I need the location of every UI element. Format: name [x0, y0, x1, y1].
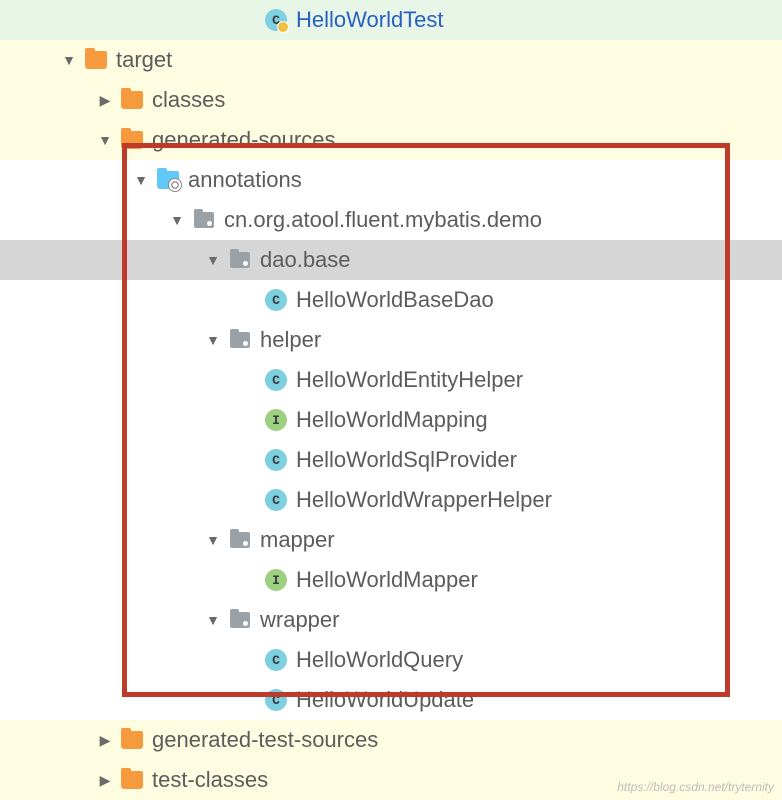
tree-row[interactable]: ▼ annotations: [0, 160, 782, 200]
tree-item-label: annotations: [188, 167, 302, 193]
expand-arrow-icon[interactable]: ▶: [96, 732, 114, 749]
folder-icon: [84, 48, 108, 72]
tree-item-label: HelloWorldSqlProvider: [296, 447, 517, 473]
collapse-arrow-icon[interactable]: ▼: [204, 532, 222, 548]
tree-item-label: HelloWorldTest: [296, 7, 444, 33]
class-icon: C: [264, 688, 288, 712]
tree-row[interactable]: ▼ helper: [0, 320, 782, 360]
tree-row[interactable]: ▼ wrapper: [0, 600, 782, 640]
tree-row[interactable]: ▼CHelloWorldTest: [0, 0, 782, 40]
folder-icon: [120, 128, 144, 152]
tree-item-label: HelloWorldEntityHelper: [296, 367, 523, 393]
tree-row[interactable]: ▼CHelloWorldWrapperHelper: [0, 480, 782, 520]
expand-arrow-icon[interactable]: ▶: [96, 772, 114, 789]
tree-item-label: HelloWorldQuery: [296, 647, 463, 673]
tree-item-label: cn.org.atool.fluent.mybatis.demo: [224, 207, 542, 233]
tree-row[interactable]: ▼CHelloWorldBaseDao: [0, 280, 782, 320]
collapse-arrow-icon[interactable]: ▼: [204, 612, 222, 628]
class-icon: C: [264, 288, 288, 312]
tree-row[interactable]: ▶ classes: [0, 80, 782, 120]
class-icon: C: [264, 368, 288, 392]
class-icon: C: [264, 448, 288, 472]
package-icon: [228, 528, 252, 552]
interface-icon: I: [264, 408, 288, 432]
tree-item-label: generated-test-sources: [152, 727, 378, 753]
tree-item-label: target: [116, 47, 172, 73]
collapse-arrow-icon[interactable]: ▼: [96, 132, 114, 148]
generated-folder-icon: [156, 168, 180, 192]
package-icon: [228, 328, 252, 352]
collapse-arrow-icon[interactable]: ▼: [60, 52, 78, 68]
tree-item-label: HelloWorldWrapperHelper: [296, 487, 552, 513]
folder-icon: [120, 88, 144, 112]
tree-item-label: HelloWorldUpdate: [296, 687, 474, 713]
tree-row[interactable]: ▶ test-classes: [0, 760, 782, 800]
package-icon: [192, 208, 216, 232]
interface-icon: I: [264, 568, 288, 592]
tree-item-label: classes: [152, 87, 225, 113]
tree-item-label: dao.base: [260, 247, 351, 273]
tree-row[interactable]: ▼ cn.org.atool.fluent.mybatis.demo: [0, 200, 782, 240]
expand-arrow-icon[interactable]: ▶: [96, 92, 114, 109]
folder-icon: [120, 768, 144, 792]
tree-item-label: HelloWorldMapper: [296, 567, 478, 593]
project-tree: ▼ C HelloWorldTest ▼ target ▶ classes ▼ generate…: [0, 0, 782, 800]
tree-row[interactable]: ▶ generated-test-sources: [0, 720, 782, 760]
tree-row[interactable]: ▼CHelloWorldEntityHelper: [0, 360, 782, 400]
collapse-arrow-icon[interactable]: ▼: [132, 172, 150, 188]
package-icon: [228, 608, 252, 632]
tree-row[interactable]: ▼ target: [0, 40, 782, 80]
tree-item-label: test-classes: [152, 767, 268, 793]
tree-item-label: mapper: [260, 527, 335, 553]
tree-row[interactable]: ▼CHelloWorldUpdate: [0, 680, 782, 720]
collapse-arrow-icon[interactable]: ▼: [204, 252, 222, 268]
tree-item-label: HelloWorldMapping: [296, 407, 488, 433]
tree-row[interactable]: ▼CHelloWorldQuery: [0, 640, 782, 680]
tree-row[interactable]: ▼IHelloWorldMapper: [0, 560, 782, 600]
package-icon: [228, 248, 252, 272]
tree-row[interactable]: ▼ mapper: [0, 520, 782, 560]
tree-row[interactable]: ▼ dao.base: [0, 240, 782, 280]
tree-item-label: wrapper: [260, 607, 339, 633]
tree-row[interactable]: ▼ generated-sources: [0, 120, 782, 160]
tree-row[interactable]: ▼CHelloWorldSqlProvider: [0, 440, 782, 480]
tree-item-label: HelloWorldBaseDao: [296, 287, 494, 313]
folder-icon: [120, 728, 144, 752]
tree-item-label: generated-sources: [152, 127, 335, 153]
class-icon: C: [264, 648, 288, 672]
tree-item-label: helper: [260, 327, 321, 353]
collapse-arrow-icon[interactable]: ▼: [204, 332, 222, 348]
class-icon: C: [264, 8, 288, 32]
collapse-arrow-icon[interactable]: ▼: [168, 212, 186, 228]
tree-row[interactable]: ▼IHelloWorldMapping: [0, 400, 782, 440]
class-icon: C: [264, 488, 288, 512]
